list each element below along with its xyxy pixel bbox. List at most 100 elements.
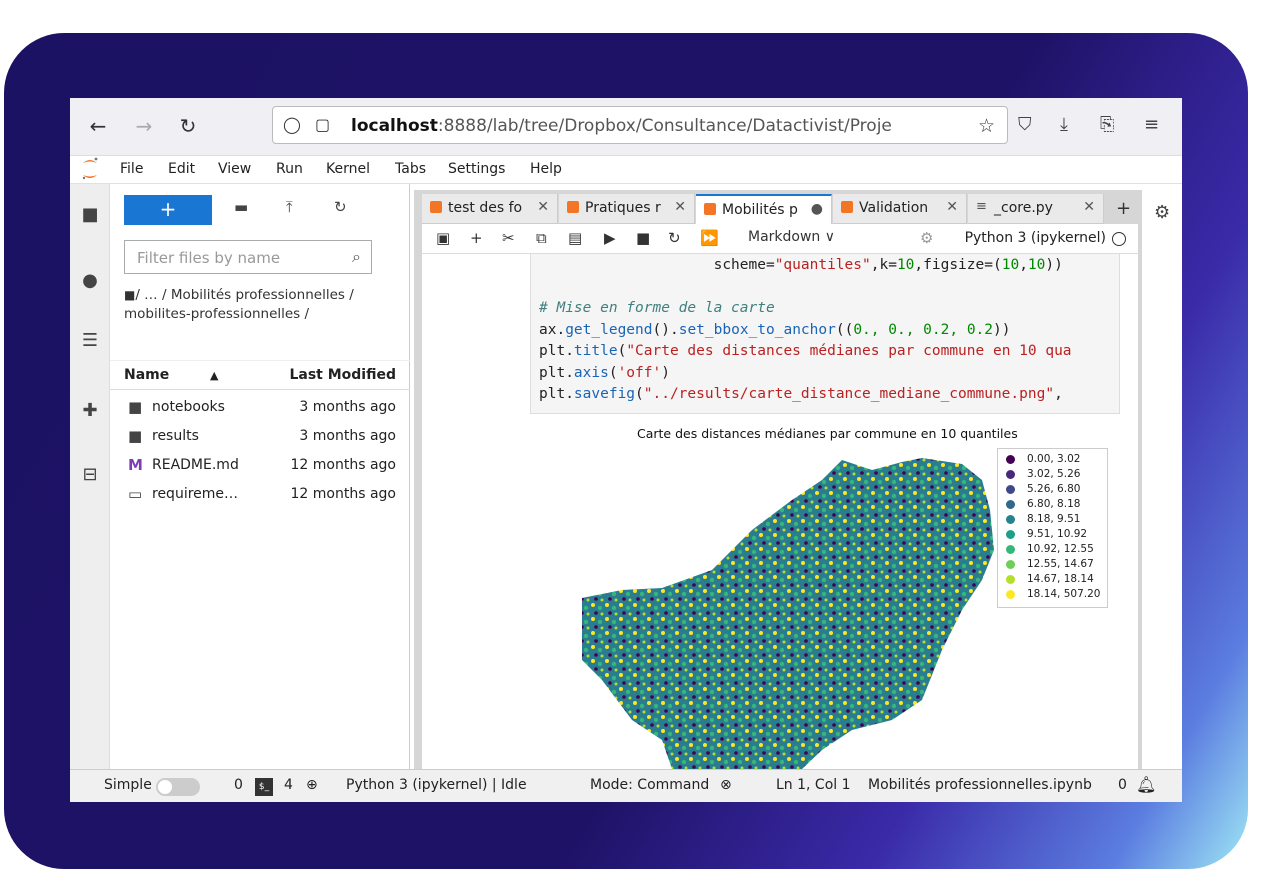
code-text: ((	[835, 321, 854, 338]
legend-label: 5.26, 6.80	[1027, 483, 1081, 495]
new-folder-icon[interactable]: ▬	[234, 198, 248, 216]
current-file: Mobilités professionnelles.ipynb	[868, 777, 1092, 793]
menu-icon[interactable]: ≡	[1144, 114, 1159, 135]
tab-label: Validation	[859, 200, 929, 216]
notebook-toolbar: ▣ + ✂ ⧉ ▤ ▶ ■ ↻ ⏩ Markdown ∨ ⚙ Python 3 …	[422, 224, 1138, 254]
breadcrumb[interactable]: ■/ … / Mobilités professionnelles / mobi…	[124, 286, 394, 324]
page-icon[interactable]: ▢	[315, 115, 330, 134]
kernel-count[interactable]: 4	[284, 777, 293, 793]
url-text[interactable]: localhost:8888/lab/tree/Dropbox/Consulta…	[351, 116, 891, 136]
close-icon[interactable]: ✕	[946, 199, 958, 215]
tab-test[interactable]: test des fo ✕	[422, 194, 558, 224]
tab-label: Pratiques r	[585, 200, 661, 216]
toc-icon[interactable]: ☰	[79, 330, 101, 352]
restart-run-all-icon[interactable]: ⏩	[700, 229, 719, 247]
bookmark-star-icon[interactable]: ☆	[978, 115, 995, 137]
terminal-icon[interactable]: $_	[255, 778, 273, 796]
shield-icon[interactable]: ◯	[283, 115, 301, 134]
paste-icon[interactable]: ▤	[568, 229, 582, 247]
refresh-icon[interactable]: ↻	[334, 198, 347, 216]
bell-icon[interactable]: 🔔︎	[1136, 775, 1156, 794]
file-list-header: Name ▲ Last Modified	[110, 360, 410, 390]
property-inspector-icon[interactable]: ⊟	[79, 464, 101, 486]
file-name: requireme…	[152, 486, 239, 502]
file-row[interactable]: ■ notebooks 3 months ago	[110, 394, 410, 423]
column-last-modified[interactable]: Last Modified	[289, 367, 396, 383]
pocket-icon[interactable]: ⛉	[1018, 114, 1032, 135]
menu-tabs[interactable]: Tabs	[395, 161, 426, 177]
menu-run[interactable]: Run	[276, 161, 303, 177]
menu-edit[interactable]: Edit	[168, 161, 195, 177]
forward-icon[interactable]: →	[132, 114, 156, 138]
menu-help[interactable]: Help	[530, 161, 562, 177]
code-text: title	[573, 343, 618, 359]
file-name: README.md	[152, 457, 239, 473]
tab-pratiques[interactable]: Pratiques r ✕	[559, 194, 695, 224]
extension-icon[interactable]: ✚	[79, 400, 101, 422]
menu-view[interactable]: View	[218, 161, 251, 177]
kernel-name[interactable]: Python 3 (ipykernel)	[965, 230, 1106, 246]
insert-cell-icon[interactable]: +	[470, 229, 483, 247]
code-text: plt.	[539, 364, 574, 381]
file-row[interactable]: M README.md 12 months ago	[110, 452, 410, 481]
upload-icon[interactable]: ⤒	[286, 198, 293, 216]
france-map-shape	[582, 458, 994, 769]
code-text: "quantiles"	[774, 257, 871, 273]
code-text: )	[661, 364, 670, 381]
cell-type-select[interactable]: Markdown ∨	[748, 229, 835, 245]
notification-count[interactable]: 0	[1118, 777, 1127, 793]
add-tab-icon[interactable]: +	[1116, 198, 1131, 219]
copy-icon[interactable]: ⧉	[536, 229, 547, 247]
address-bar[interactable]: ◯ ▢ localhost:8888/lab/tree/Dropbox/Cons…	[272, 106, 1008, 144]
tab-mobilites[interactable]: Mobilités p ●	[696, 194, 832, 224]
folder-icon[interactable]: ■	[79, 204, 101, 226]
stop-icon[interactable]: ■	[636, 229, 650, 247]
running-icon[interactable]: ●	[79, 270, 101, 292]
file-name: results	[152, 428, 199, 444]
menu-settings[interactable]: Settings	[448, 161, 505, 177]
close-icon[interactable]: ✕	[1083, 199, 1095, 215]
menu-file[interactable]: File	[120, 161, 143, 177]
file-modified: 3 months ago	[299, 428, 396, 444]
cut-icon[interactable]: ✂	[502, 229, 515, 247]
new-launcher-button[interactable]: +	[124, 195, 212, 225]
sort-up-icon[interactable]: ▲	[210, 369, 218, 382]
restart-icon[interactable]: ↻	[668, 229, 681, 247]
lsp-icon[interactable]: ⊗	[720, 777, 732, 793]
menu-kernel[interactable]: Kernel	[326, 161, 370, 177]
code-cell[interactable]: scheme="quantiles",k=10,figsize=(10,10))…	[530, 254, 1120, 414]
download-icon[interactable]: ⤓	[1060, 114, 1068, 135]
browser-window: ← → ↻ ◯ ▢ localhost:8888/lab/tree/Dropbo…	[70, 98, 1182, 802]
code-text: ().	[652, 321, 679, 338]
file-browser: + ▬ ⤒ ↻ Filter files by name ⌕ ■/ … / Mo…	[110, 184, 410, 769]
tab-validation[interactable]: Validation ✕	[833, 194, 967, 224]
back-icon[interactable]: ←	[86, 114, 110, 138]
unsaved-dot-icon[interactable]: ●	[811, 201, 823, 217]
tab-core[interactable]: ≡ _core.py ✕	[968, 194, 1104, 224]
extensions-icon[interactable]: ⎘	[1100, 114, 1114, 135]
file-row[interactable]: ■ results 3 months ago	[110, 423, 410, 452]
folder-icon: ■	[128, 427, 143, 445]
legend-dot	[1006, 470, 1015, 479]
code-text: 10	[1027, 257, 1046, 273]
code-comment: # Mise en forme de la carte	[539, 300, 775, 316]
terminal-count[interactable]: 0	[234, 777, 243, 793]
filter-input[interactable]: Filter files by name ⌕	[124, 240, 372, 274]
simple-mode-toggle[interactable]	[156, 778, 200, 796]
close-icon[interactable]: ✕	[537, 199, 549, 215]
main-area: test des fo ✕ Pratiques r ✕ Mobilités p …	[414, 190, 1142, 769]
browser-toolbar: ← → ↻ ◯ ▢ localhost:8888/lab/tree/Dropbo…	[70, 98, 1182, 156]
column-name[interactable]: Name	[124, 367, 169, 383]
kernel-icon[interactable]: ⊕	[306, 777, 318, 793]
run-icon[interactable]: ▶	[604, 229, 616, 247]
close-icon[interactable]: ✕	[674, 199, 686, 215]
kernel-status[interactable]: Python 3 (ipykernel) | Idle	[346, 777, 527, 793]
code-text: 10	[896, 257, 915, 273]
reload-icon[interactable]: ↻	[176, 114, 200, 138]
property-inspector-gear-icon[interactable]: ⚙	[1154, 202, 1170, 223]
save-icon[interactable]: ▣	[436, 229, 450, 247]
code-text: ,	[1019, 257, 1028, 273]
cursor-position[interactable]: Ln 1, Col 1	[776, 777, 851, 793]
file-row[interactable]: ▭ requireme… 12 months ago	[110, 481, 410, 510]
code-text: (	[617, 343, 627, 359]
